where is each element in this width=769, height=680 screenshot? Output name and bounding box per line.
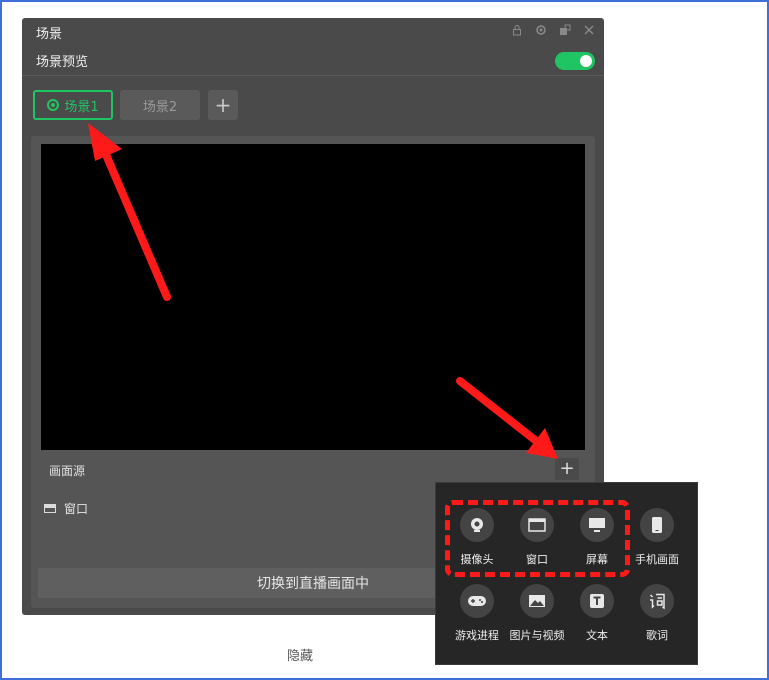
scene-preview-toggle[interactable] <box>555 52 595 70</box>
menu-item-image-label: 图片与视频 <box>509 629 565 642</box>
annotation-highlight-box <box>445 500 630 577</box>
menu-item-lyrics[interactable]: 歌词 <box>627 584 687 643</box>
menu-item-game[interactable]: 游戏进程 <box>447 584 507 643</box>
tab-scene-1-label: 场景1 <box>64 99 99 115</box>
lock-icon[interactable] <box>510 24 524 38</box>
add-scene-button[interactable]: + <box>208 90 238 120</box>
gamepad-icon <box>460 584 494 618</box>
scene-preview-canvas <box>41 144 585 450</box>
image-icon <box>520 584 554 618</box>
menu-item-image[interactable]: 图片与视频 <box>507 584 567 643</box>
source-item[interactable]: 窗口 <box>44 500 88 517</box>
text-icon <box>580 584 614 618</box>
sources-header: 画面源 <box>49 464 86 478</box>
scene-preview-row: 场景预览 <box>22 46 604 76</box>
panel-titlebar: 场景 <box>22 18 604 46</box>
lyrics-icon <box>640 584 674 618</box>
source-item-label: 窗口 <box>64 502 89 516</box>
add-source-button[interactable]: + <box>555 458 579 480</box>
phone-icon <box>640 508 674 542</box>
menu-item-phone-label: 手机画面 <box>635 553 679 566</box>
menu-item-text[interactable]: 文本 <box>567 584 627 643</box>
panel-title: 场景 <box>36 26 63 42</box>
menu-item-phone[interactable]: 手机画面 <box>627 508 687 567</box>
close-icon[interactable] <box>582 24 596 38</box>
radio-dot-icon <box>47 99 60 111</box>
menu-item-game-label: 游戏进程 <box>455 629 499 642</box>
tab-scene-1[interactable]: 场景1 <box>33 90 113 120</box>
menu-item-lyrics-label: 歌词 <box>646 629 668 642</box>
tab-scene-2-label: 场景2 <box>142 99 178 115</box>
tab-scene-2[interactable]: 场景2 <box>120 90 200 120</box>
scene-preview-label: 场景预览 <box>36 55 89 70</box>
settings-icon[interactable] <box>534 24 548 38</box>
popout-icon[interactable] <box>558 24 572 38</box>
hide-button[interactable]: 隐藏 <box>287 645 313 664</box>
window-icon <box>44 504 56 513</box>
menu-item-text-label: 文本 <box>586 629 608 642</box>
